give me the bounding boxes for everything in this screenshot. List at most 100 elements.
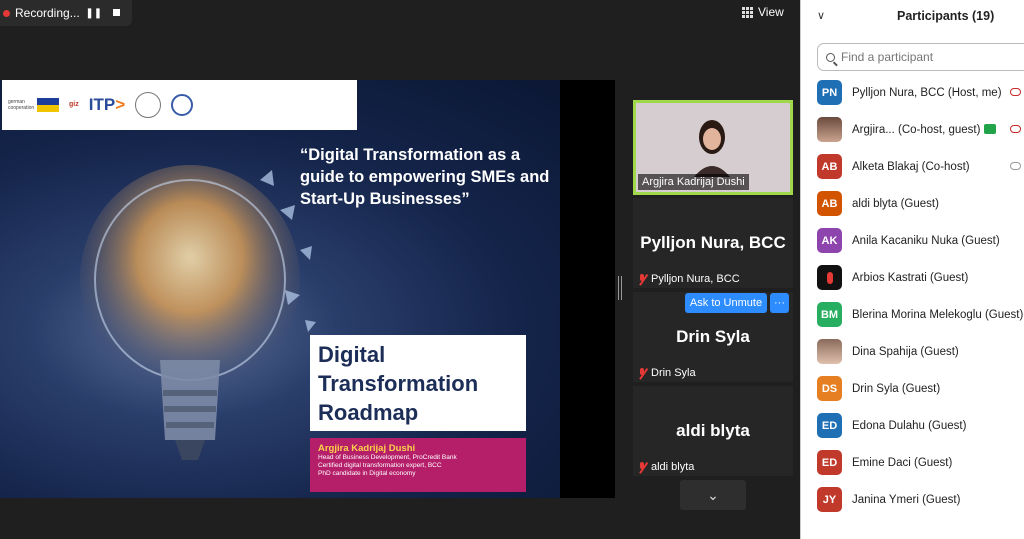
video-tile-name-small: aldi blyta [637,461,694,473]
participant-name: Argjira... (Co-host, guest) [852,124,997,136]
avatar [817,117,842,142]
scroll-down-button[interactable]: ⌄ [680,480,746,510]
participant-row[interactable]: BM Blerina Morina Melekoglu (Guest) [801,296,1024,333]
avatar: AB [817,154,842,179]
dtc-logo-icon [135,92,162,118]
giz-logo-icon: giz [69,101,79,108]
participant-name: Alketa Blakaj (Co-host) [852,160,970,173]
recording-cloud-icon [1010,125,1021,133]
avatar [817,339,842,364]
chevron-down-icon[interactable]: ∨ [817,9,825,22]
recording-cloud-icon [1010,162,1021,170]
share-screen-icon [984,124,997,135]
search-icon [826,52,835,62]
recording-indicator: Recording... ❚❚ [0,0,132,26]
video-tile-aldi[interactable]: aldi blyta aldi blyta [633,386,793,476]
roadmap-title-line: Digital [318,342,386,367]
video-tile-name-large: Drin Syla [676,327,750,346]
avatar: DS [817,376,842,401]
participant-name: Pylljon Nura, BCC (Host, me) [852,86,1002,99]
avatar: ED [817,413,842,438]
participant-row[interactable]: ED Emine Daci (Guest) [801,444,1024,481]
flag-icon [37,98,59,112]
avatar: AK [817,228,842,253]
shared-screen-slide: german cooperation giz ITP> “Digital Tra… [0,80,615,498]
roadmap-title-line: Transformation [318,371,479,396]
participant-name: Edona Dulahu (Guest) [852,419,967,432]
pause-recording-icon[interactable]: ❚❚ [85,8,103,19]
lightbulb-illustration [80,165,316,460]
video-tile-name-small: Drin Syla [637,367,696,379]
recording-dot-icon [3,9,10,17]
avatar [817,265,842,290]
avatar: JY [817,487,842,512]
avatar: ED [817,450,842,475]
video-tile-name-large: Pylljon Nura, BCC [640,233,786,252]
participant-row[interactable]: ED Edona Dulahu (Guest) [801,407,1024,444]
participant-name: Anila Kacaniku Nuka (Guest) [852,234,1000,247]
participant-name: Arbios Kastrati (Guest) [852,271,969,284]
participant-row[interactable]: Arbios Kastrati (Guest) [801,259,1024,296]
grid-icon [742,6,753,18]
participant-name: Drin Syla (Guest) [852,382,941,395]
participant-list: PN Pylljon Nura, BCC (Host, me) Argjira.… [801,74,1024,518]
participant-row[interactable]: AK Anila Kacaniku Nuka (Guest) [801,222,1024,259]
german-cooperation-logo: german cooperation [8,99,35,111]
mic-muted-icon [637,367,647,379]
video-tile-name-text: Drin Syla [651,367,696,379]
view-label: View [758,5,784,19]
slide-quote: “Digital Transformation as a guide to em… [300,146,550,208]
recording-cloud-icon [1010,88,1021,96]
chevron-down-icon: ⌄ [707,487,719,503]
participant-row[interactable]: PN Pylljon Nura, BCC (Host, me) [801,74,1024,111]
search-input[interactable] [841,50,1011,64]
roadmap-title-box: Digital Transformation Roadmap [310,335,526,431]
speaker-video-icon [694,120,730,177]
video-tile-name-text: Pylljon Nura, BCC [651,273,740,285]
participants-panel: ∨ Participants (19) PN Pylljon Nura, BCC… [800,0,1024,539]
participant-row[interactable]: Dina Spahija (Guest) [801,333,1024,370]
avatar: BM [817,302,842,327]
participant-row[interactable]: Argjira... (Co-host, guest) [801,111,1024,148]
participant-name: Blerina Morina Melekoglu (Guest) [852,308,1024,321]
partner-logos-bar: german cooperation giz ITP> [2,80,357,130]
presenter-info-box: Argjira Kadrijaj Dushi Head of Business … [310,438,526,492]
video-tile-active-speaker[interactable]: Argjira Kadrijaj Dushi [633,100,793,195]
video-tile-pylljon[interactable]: Pylljon Nura, BCC Pylljon Nura, BCC [633,198,793,288]
video-tile-name-text: aldi blyta [651,461,695,473]
view-button[interactable]: View [742,0,792,24]
avatar: PN [817,80,842,105]
participant-row[interactable]: AB aldi blyta (Guest) [801,185,1024,222]
participant-name: Emine Daci (Guest) [852,456,953,469]
participant-name: Janina Ymeri (Guest) [852,493,961,506]
resize-handle[interactable] [618,276,622,300]
participant-search[interactable] [817,43,1024,71]
slide-letterbox [560,80,615,498]
recording-label: Recording... [15,6,80,20]
presenter-line: Certified digital transformation expert,… [318,462,442,469]
presenter-line: Head of Business Development, ProCredit … [318,454,457,461]
presenter-line: PhD candidate in Digital economy [318,470,416,477]
ask-to-unmute-button[interactable]: Ask to Unmute [685,293,767,313]
roadmap-title-line: Roadmap [318,400,419,425]
meeting-stage: Recording... ❚❚ View german cooperation … [0,0,800,539]
itp-logo: ITP> [88,95,126,114]
zoom-meeting-window: Recording... ❚❚ View german cooperation … [0,0,1024,539]
participant-row[interactable]: JY Janina Ymeri (Guest) [801,481,1024,518]
video-tile-caption: Argjira Kadrijaj Dushi [638,174,749,190]
participants-header: ∨ Participants (19) [801,0,1024,34]
mic-muted-icon [637,273,647,285]
participant-row[interactable]: AB Alketa Blakaj (Co-host) [801,148,1024,185]
participant-row[interactable]: DS Drin Syla (Guest) [801,370,1024,407]
presenter-name: Argjira Kadrijaj Dushi [318,443,416,454]
avatar: AB [817,191,842,216]
stop-recording-icon[interactable] [108,8,126,19]
video-tile-name-large: aldi blyta [676,421,750,440]
video-tile-name-small: Pylljon Nura, BCC [637,273,740,285]
participant-name: aldi blyta (Guest) [852,197,939,210]
bcc-logo-icon [171,94,194,116]
participants-title: Participants (19) [897,9,995,23]
participant-name: Dina Spahija (Guest) [852,345,959,358]
mic-muted-icon [637,461,647,473]
more-options-button[interactable]: ··· [770,293,789,313]
